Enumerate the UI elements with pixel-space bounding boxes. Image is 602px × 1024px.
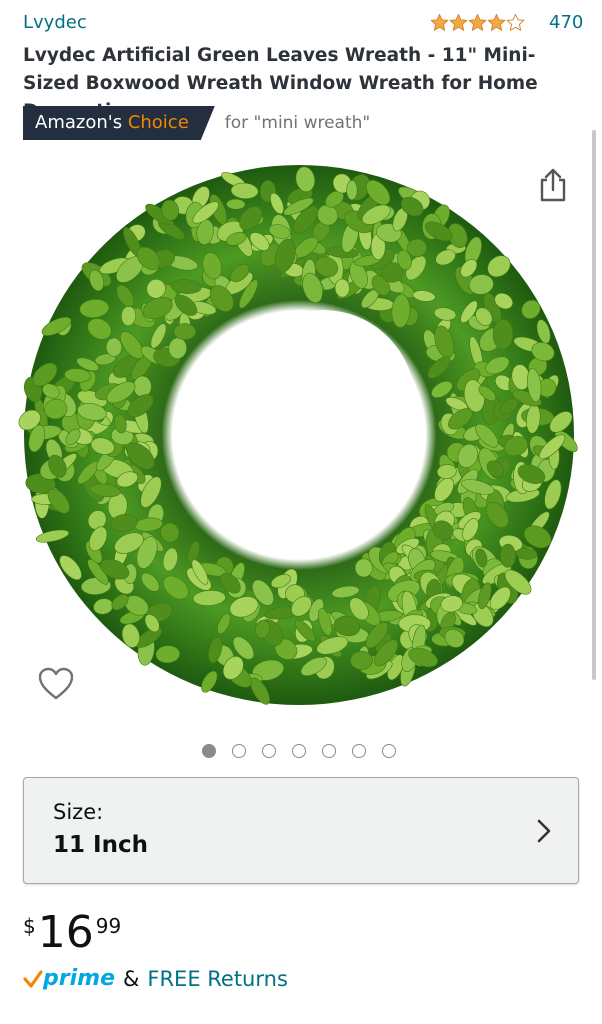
carousel-dot[interactable] [352,744,366,758]
prime-word: prime [43,966,115,991]
price-fraction: 99 [95,914,122,938]
star-empty-icon [506,13,525,31]
carousel-dot[interactable] [322,744,336,758]
size-label: Size: [53,800,104,824]
prime-check-icon [23,969,43,988]
share-icon[interactable] [538,168,568,202]
star-filled-icon [449,13,468,31]
amazons-choice-badge: Amazon's Choice [23,106,215,140]
carousel-dot[interactable] [232,744,246,758]
rating-summary[interactable]: 470 [430,12,583,33]
star-rating [430,13,525,32]
size-selector[interactable]: Size: 11 Inch [23,777,579,884]
prime-row: prime & FREE Returns [23,966,288,991]
prime-amp: & [122,966,140,991]
carousel-dot[interactable] [292,744,306,758]
product-image[interactable] [18,150,580,720]
price-whole: 16 [37,907,94,958]
star-filled-icon [430,13,449,31]
badge-choice: Choice [127,112,189,133]
price-symbol: $ [23,914,36,938]
badge-prefix: Amazon's [35,112,123,133]
chevron-right-icon [537,819,551,843]
star-filled-icon [487,13,506,31]
carousel-dot[interactable] [202,744,216,758]
brand-link[interactable]: Lvydec [23,12,87,33]
star-filled-icon [468,13,487,31]
image-carousel-dots[interactable] [202,744,396,758]
free-returns-link[interactable]: FREE Returns [147,967,288,991]
size-value: 11 Inch [53,832,148,858]
amazons-choice-row: Amazon's Choice for "mini wreath" [23,106,370,140]
rating-count[interactable]: 470 [549,12,583,33]
price: $ 16 99 [23,908,121,958]
scrollbar[interactable] [592,130,596,680]
carousel-dot[interactable] [262,744,276,758]
heart-icon[interactable] [38,667,74,701]
carousel-dot[interactable] [382,744,396,758]
prime-logo: prime [23,966,115,991]
badge-keyword: for "mini wreath" [224,113,371,133]
